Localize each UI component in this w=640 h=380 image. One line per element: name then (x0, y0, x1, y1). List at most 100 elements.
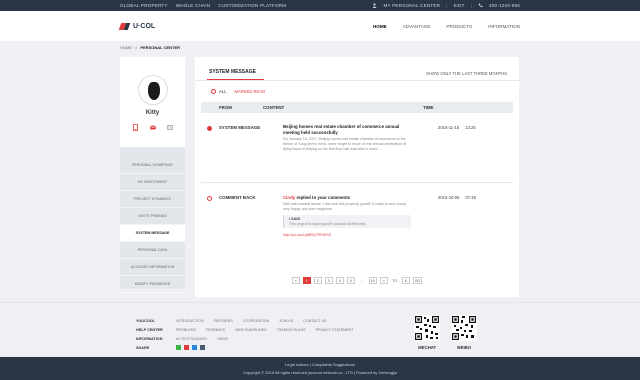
pager-page-3[interactable]: 3 (324, 277, 333, 284)
wechat-share-icon[interactable] (176, 345, 181, 350)
top-link-global[interactable]: GLOBAL PROPERTY (120, 3, 168, 8)
nav-advantage[interactable]: ADVANTAGE (403, 24, 431, 29)
footer-link[interactable]: INTRODUCTION (176, 319, 204, 323)
pager-ellipsis: ... (360, 278, 364, 283)
pager-page-1[interactable]: 1 (302, 277, 311, 284)
col-from: FROM (219, 105, 232, 110)
footer-link[interactable]: PRIVACY STATEMENT (316, 328, 354, 332)
tencent-share-icon[interactable] (200, 345, 205, 350)
footer-label: YUUCOOL (136, 318, 155, 323)
table-header: FROM CONTENT TIME (201, 102, 513, 113)
footer-row: HELP CENTER PROBLEMS FEEDBACK NEW GUIDEL… (136, 325, 353, 334)
sidebar-item-invite[interactable]: INVITE FRIENDS (120, 208, 185, 225)
sidebar-item-account[interactable]: ACCOUNT INFORMATION (120, 259, 185, 276)
pager-page-5[interactable]: 5 (346, 277, 355, 284)
top-link-custom[interactable]: CUSTOMIZATION PLATFORM (218, 3, 286, 8)
user-icon (372, 2, 377, 9)
footer-link[interactable]: ACTIVITYINQUIRY (176, 337, 207, 341)
wechat-label: WECHAT (417, 345, 437, 350)
unread-dot-icon (207, 126, 212, 131)
logo[interactable]: U·COL (120, 23, 373, 30)
filter-all-label: ALL (219, 89, 227, 94)
breadcrumb: HOME > PERSONAL CENTER (0, 43, 640, 52)
header: U·COL HOME ADVANTAGE PRODUCTS INFORMATIO… (0, 11, 640, 41)
exit-link[interactable]: EXIT (454, 3, 465, 8)
pager-prev[interactable]: « (291, 277, 300, 284)
message-row[interactable]: COMMENT BACK Cindy replied to your comme… (201, 183, 513, 265)
content-panel: SYSTEM MESSAGE SHOW ONLY THE LAST THREE … (195, 57, 519, 297)
col-time: TIME (423, 105, 434, 110)
message-text: Well said modest sense, I also like this… (283, 202, 407, 212)
nav-products[interactable]: PRODUCTS (446, 24, 472, 29)
footer-link[interactable]: NEW GUIDELINES (235, 328, 266, 332)
nav-information[interactable]: INFORMATION (488, 24, 520, 29)
pager-go-button[interactable]: GO (412, 277, 423, 284)
filter-all[interactable]: ALL (211, 89, 226, 94)
message-row[interactable]: SYSTEM MESSAGE Beijing homes real estate… (201, 113, 513, 183)
share-icons (176, 345, 205, 350)
pager-next[interactable]: » (379, 277, 388, 284)
my-center-link[interactable]: MY PERSONAL CENTER (383, 3, 440, 8)
phone-icon (478, 3, 483, 9)
email-verify-icon[interactable] (149, 124, 156, 130)
message-link[interactable]: http://yu-ucol.pl/8RQ7EF55SS (283, 233, 411, 237)
quoted-comment-text: This project is super good!!! passed all… (289, 222, 366, 227)
breadcrumb-sep: > (135, 45, 138, 50)
message-date: 2015-10-06 (438, 195, 460, 200)
read-dot-icon (207, 196, 212, 201)
top-link-chain[interactable]: WHOLE CHAIN (176, 3, 211, 8)
weibo-qr-code (451, 315, 477, 341)
logo-text: U·COL (133, 22, 156, 30)
col-content: CONTENT (263, 105, 285, 110)
top-bar: GLOBAL PROPERTY WHOLE CHAIN CUSTOMIZATIO… (0, 0, 640, 11)
sidebar-item-investment[interactable]: MY INVESTMENT (120, 174, 185, 191)
pager-page-2[interactable]: 2 (313, 277, 322, 284)
sidebar-item-password[interactable]: MODIFY PASSWORD (120, 276, 185, 293)
footer-link[interactable]: PROBLEMS (176, 328, 196, 332)
tab-system-message[interactable]: SYSTEM MESSAGE (207, 69, 264, 80)
wechat-qr-code (414, 315, 440, 341)
pager-to-label: TO (392, 278, 398, 283)
footer-link[interactable]: NEWS (217, 337, 228, 341)
sidebar-item-personal-data[interactable]: PERSONAL DATA (120, 242, 185, 259)
comment-author[interactable]: Cindy (283, 195, 295, 200)
legal-links[interactable]: Legal notices | Complaints Suggestions (285, 362, 355, 367)
weibo-qr: WEIBO (451, 315, 477, 350)
footer-link[interactable]: JOIN US (279, 319, 293, 323)
filter-marked-read[interactable]: MARKED READ (234, 89, 265, 94)
message-from: SYSTEM MESSAGE (219, 125, 261, 130)
avatar[interactable] (137, 75, 168, 105)
qzone-share-icon[interactable] (192, 345, 197, 350)
footer-link[interactable]: PARTNERS (214, 319, 233, 323)
logo-mark-icon (120, 23, 130, 30)
message-date: 2015-11-15 (438, 125, 460, 130)
footer-links: YUUCOOL INTRODUCTION PARTNERS COOPERATIO… (136, 316, 353, 352)
nav-home[interactable]: HOME (373, 24, 387, 29)
message-text: On January 18, 2017, Beijing homes real … (283, 137, 407, 152)
filters: ALL MARKED READ (195, 81, 519, 102)
pager-page-10[interactable]: 10 (368, 277, 377, 284)
message-body: Beijing homes real estate chamber of com… (283, 124, 411, 153)
weibo-share-icon[interactable] (184, 345, 189, 350)
footer-link[interactable]: COOPERATION (243, 319, 269, 323)
sidebar-menu: PERSONAL HOMEPAGE MY INVESTMENT PROJECT … (120, 157, 185, 293)
pager-page-4[interactable]: 4 (335, 277, 344, 284)
phone-verify-icon[interactable] (133, 123, 139, 131)
breadcrumb-home[interactable]: HOME (120, 45, 132, 50)
message-title[interactable]: Beijing homes real estate chamber of com… (283, 124, 411, 136)
sidebar-item-system-message[interactable]: SYSTEM MESSAGE (120, 225, 185, 242)
id-card-icon[interactable] (166, 124, 173, 130)
main-nav: HOME ADVANTAGE PRODUCTS INFORMATION (373, 24, 520, 29)
footer-link[interactable]: TRADING RULES (277, 328, 306, 332)
sidebar-item-homepage[interactable]: PERSONAL HOMEPAGE (120, 157, 185, 174)
pager-page-input[interactable]: 8 (401, 277, 410, 284)
message-clock: 07:48 (465, 195, 476, 200)
sidebar-item-dynamics[interactable]: PROJECT DYNAMICS (120, 191, 185, 208)
footer-link[interactable]: CONTACT US (303, 319, 326, 323)
phone-number: 400-1234-666 (488, 3, 520, 8)
footer-link[interactable]: FEEDBACK (206, 328, 225, 332)
message-time: 2015-10-06 07:48 (438, 195, 476, 200)
divider: | (470, 3, 472, 8)
message-from: COMMENT BACK (219, 195, 256, 200)
divider: | (446, 3, 448, 8)
